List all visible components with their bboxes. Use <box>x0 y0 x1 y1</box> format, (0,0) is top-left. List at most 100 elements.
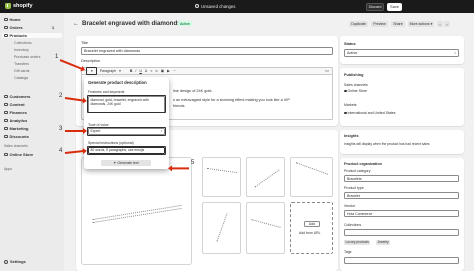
market-dot-icon <box>344 111 347 114</box>
alert-icon <box>195 4 199 8</box>
prev-product-button[interactable]: ‹ <box>437 21 443 27</box>
collection-tag[interactable]: Jewelry <box>376 240 391 245</box>
product-image-3[interactable] <box>246 157 285 197</box>
sales-channels-label: Sales channels <box>4 144 28 148</box>
product-image-main[interactable] <box>81 157 192 265</box>
sidebar-item-discounts[interactable]: Discounts <box>4 134 29 139</box>
sparkle-icon: ✦ <box>113 161 117 165</box>
share-button[interactable]: Share <box>391 21 405 27</box>
insights-text: Insights will display when the product h… <box>344 142 430 146</box>
preview-button[interactable]: Preview <box>371 21 388 27</box>
image-icon[interactable]: ▣ <box>161 69 164 73</box>
markets-value: International and United States <box>344 111 396 115</box>
sidebar-item-settings[interactable]: Settings <box>4 259 26 264</box>
sidebar-item-label: Content <box>9 102 25 107</box>
sidebar-sub-catalogs[interactable]: Catalogs <box>14 76 28 80</box>
annotation-arrow <box>171 167 189 170</box>
align-icon[interactable]: ≡ <box>150 69 152 73</box>
product-image-5[interactable] <box>202 202 241 254</box>
annotation-number: 3 <box>59 126 63 132</box>
sidebar-sub-gift-cards[interactable]: Gift cards <box>14 69 29 73</box>
video-icon[interactable]: ▶ <box>167 69 170 73</box>
unsaved-text: Unsaved changes <box>201 3 236 9</box>
product-image-2[interactable] <box>202 157 241 197</box>
vendor-input[interactable]: Hola Commerce <box>344 210 459 217</box>
sidebar-item-products[interactable]: Products <box>2 33 62 38</box>
status-badge: Active <box>178 21 192 26</box>
annotation-number: 5 <box>191 160 195 166</box>
add-media-dropzone[interactable]: Add Add from URL <box>290 202 333 254</box>
apps-label[interactable]: Apps <box>4 167 12 171</box>
collections-label: Collections <box>344 223 362 227</box>
add-from-url-link[interactable]: Add from URL <box>299 231 320 235</box>
top-bar: shopify Unsaved changes Discard Save <box>0 0 474 13</box>
gear-icon <box>4 259 8 264</box>
chart-icon <box>4 118 8 123</box>
annotation-number: 4 <box>59 148 63 154</box>
shopify-logo[interactable]: shopify <box>5 3 33 9</box>
status-heading: Status <box>344 42 356 46</box>
chevron-down-icon: ▾ <box>430 22 433 26</box>
bank-icon <box>4 110 8 115</box>
vendor-label: Vendor <box>344 204 356 208</box>
sidebar-item-label: Home <box>9 17 21 22</box>
link-icon[interactable]: ∞ <box>155 69 158 73</box>
text-color-icon[interactable]: A <box>145 69 147 73</box>
html-icon[interactable]: <> <box>325 69 329 73</box>
sidebar-sub-collections[interactable]: Collections <box>14 41 32 45</box>
status-select[interactable]: Active ↕ <box>344 49 459 57</box>
sales-channels-label: Sales channels <box>344 83 368 87</box>
annotation-number: 2 <box>59 93 63 99</box>
add-media-button[interactable]: Add <box>304 221 320 227</box>
collections-input[interactable] <box>344 229 459 236</box>
annotation-arrow <box>65 127 87 135</box>
editor-text-line: friends. <box>173 104 186 108</box>
publishing-heading: Publishing <box>344 73 364 77</box>
collection-tag[interactable]: Luxury products <box>344 240 371 245</box>
target-icon <box>4 126 8 131</box>
bracelet-graphic <box>216 213 228 242</box>
sidebar-item-online-store[interactable]: Online Store <box>4 152 33 157</box>
features-highlight <box>87 95 166 113</box>
type-input[interactable]: Bracelet <box>344 192 459 199</box>
back-arrow-icon[interactable]: ← <box>73 21 79 27</box>
online-store-label: Online Store <box>347 89 367 93</box>
product-image-4[interactable] <box>290 157 333 197</box>
more-actions-button[interactable]: More actions ▾ <box>408 21 434 27</box>
chevron-down-icon: ↕ <box>454 51 456 55</box>
sidebar-sub-purchase-orders[interactable]: Purchase orders <box>14 55 40 59</box>
more-actions-label: More actions <box>409 22 430 26</box>
product-image-6[interactable] <box>246 202 285 254</box>
sidebar-item-orders[interactable]: Orders 1 <box>4 25 56 30</box>
type-label: Product type <box>344 186 364 190</box>
italic-icon[interactable]: I <box>135 69 136 73</box>
category-input[interactable]: Bracelets <box>344 175 459 182</box>
sidebar-item-label: Customers <box>9 94 31 99</box>
underline-icon[interactable]: U <box>139 69 142 73</box>
sidebar-item-content[interactable]: Content <box>4 102 25 107</box>
more-icon[interactable]: ⋯ <box>173 69 177 73</box>
sidebar-item-label: Marketing <box>9 126 29 131</box>
sidebar-item-customers[interactable]: Customers <box>4 94 30 99</box>
sidebar-sub-transfers[interactable]: Transfers <box>14 62 29 66</box>
next-product-button[interactable]: › <box>444 21 450 27</box>
sidebar-item-analytics[interactable]: Analytics <box>4 118 27 123</box>
orders-count-badge: 1 <box>50 25 56 30</box>
title-input[interactable]: Bracelet engraved with diamonds <box>81 47 333 55</box>
sidebar-sub-inventory[interactable]: Inventory <box>14 48 29 52</box>
sidebar-item-label: Finances <box>9 110 27 115</box>
sidebar-item-finances[interactable]: Finances <box>4 110 27 115</box>
save-button[interactable]: Save <box>387 2 402 11</box>
sidebar-item-label: Orders <box>9 25 23 30</box>
discard-button[interactable]: Discard <box>366 2 384 11</box>
sidebar-item-home[interactable]: Home <box>4 17 21 22</box>
sidebar-item-marketing[interactable]: Marketing <box>4 126 28 131</box>
generate-text-button[interactable]: ✦ Generate text <box>101 160 151 166</box>
paragraph-select[interactable]: Paragraph <box>100 69 116 73</box>
duplicate-button[interactable]: Duplicate <box>349 21 368 27</box>
person-icon <box>4 94 8 99</box>
page-title: Bracelet engraved with diamonds <box>82 19 181 27</box>
bold-icon[interactable]: B <box>130 69 133 73</box>
tags-input[interactable] <box>344 257 459 264</box>
discount-icon <box>4 134 8 139</box>
